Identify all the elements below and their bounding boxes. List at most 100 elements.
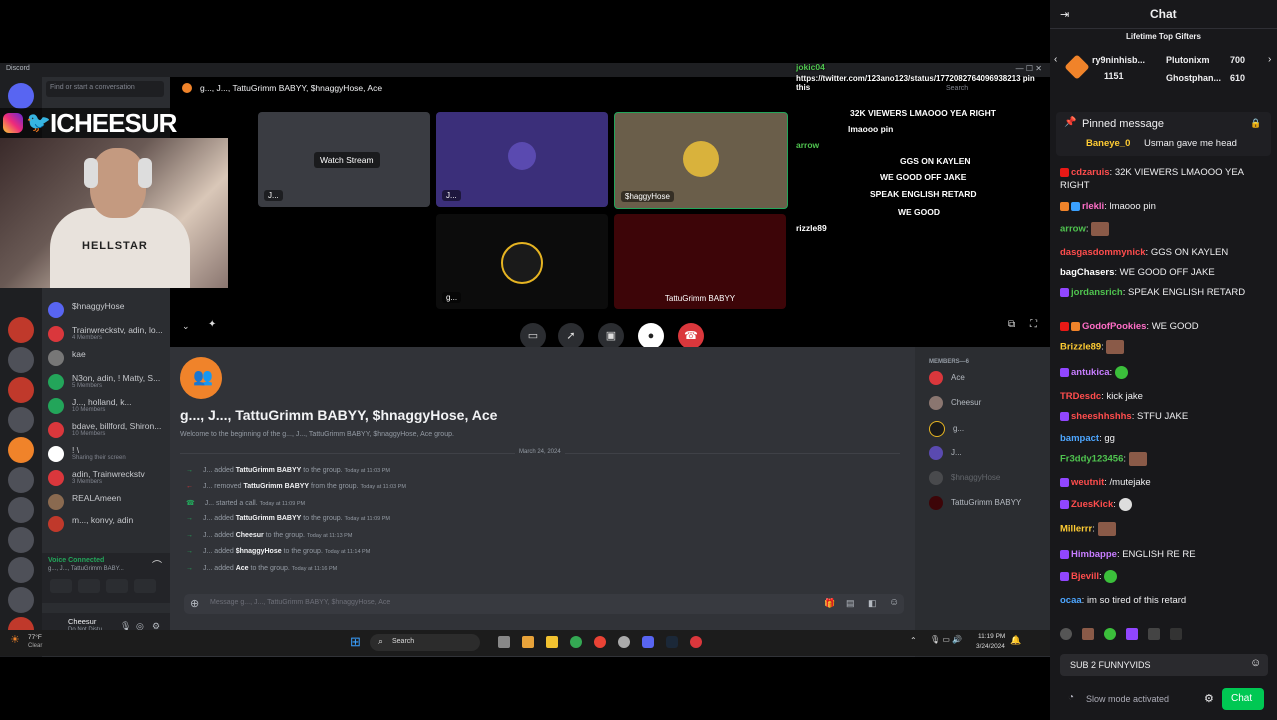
pin-icon: 📌 [1064,117,1077,128]
dm-item[interactable]: m..., konvy, adin [46,513,168,535]
chrome-icon[interactable] [570,636,582,648]
hang-up-button[interactable]: ☎ [678,323,704,349]
server-icon[interactable] [8,467,34,493]
video-tile[interactable]: Watch Stream J... [258,112,430,207]
disconnect-icon[interactable]: ⌒ [152,557,162,572]
bell-icon[interactable]: 🔔 [1010,635,1021,646]
screen-share-button[interactable]: ▣ [598,323,624,349]
watch-stream-button[interactable]: Watch Stream [314,152,380,168]
twitch-chat-panel: ⇥ Chat Lifetime Top Gifters ‹ › ry9ninhi… [1050,0,1277,720]
dm-item[interactable]: N3on, adin, ! Matty, S... 5 Members [46,371,168,393]
emoji-icon[interactable]: ☺ [889,597,899,608]
pinned-message[interactable]: 📌 Pinned message 🔒 Baneye_0 Usman gave m… [1056,112,1271,156]
overlay-message: SPEAK ENGLISH RETARD [870,189,977,199]
tray-icons[interactable]: 🎙 ▭ 🔊 [930,635,962,644]
group-avatar: 👥 [180,357,222,399]
search-input[interactable]: Find or start a conversation [46,81,164,97]
tile-label: TattuGrimm BABYY [664,294,736,303]
home-button[interactable] [8,83,34,109]
chat-message: cdzaruis: 32K VIEWERS LMAOOO YEA RIGHT [1060,167,1244,191]
member-item[interactable]: Ace [929,371,965,391]
steam-icon[interactable] [666,636,678,648]
group-welcome: Welcome to the beginning of the g..., J.… [180,431,454,438]
dm-item[interactable]: adin, Trainwreckstv 3 Members [46,467,168,489]
mic-button[interactable]: ● [638,323,664,349]
video-tile[interactable]: TattuGrimm BABYY [614,214,786,309]
video-tile[interactable]: g... [436,214,608,309]
start-icon[interactable]: ⊞ [350,634,361,650]
video-tile[interactable]: J... [436,112,608,207]
soundboard-icon[interactable] [134,579,156,593]
camera-icon[interactable] [50,579,72,593]
system-message: → J... added Cheesur to the group. Today … [186,532,353,539]
taskbar-search[interactable]: ⌕ Search [370,634,480,651]
fullscreen-icon[interactable]: ⛶ [1030,319,1037,330]
emote-icon[interactable] [1148,628,1160,640]
dm-item[interactable]: REALAmeen [46,491,168,513]
dm-item[interactable]: bdave, billford, Shiron... 10 Members [46,419,168,441]
dm-item[interactable]: $hnaggyHose [46,299,168,321]
dm-item[interactable]: ! \ Sharing their screen [46,443,168,465]
task-view-icon[interactable] [498,636,510,648]
activity-icon[interactable]: ✦ [208,319,216,330]
emote-icon[interactable] [1104,628,1116,640]
emote-bar [1060,626,1270,642]
gear-icon[interactable]: ⚙ [1204,692,1214,705]
gif-icon[interactable]: ▤ [846,598,855,609]
weather-icon[interactable]: ☀ [10,633,20,646]
emoji-icon[interactable]: ☺ [1250,657,1261,669]
chevron-left-icon[interactable]: ‹ [1054,54,1057,65]
plus-icon[interactable]: ⊕ [190,597,199,610]
chat-message: ocaa: im so tired of this retard [1060,595,1187,606]
server-icon[interactable] [8,437,34,463]
server-icon[interactable] [8,497,34,523]
chevron-right-icon[interactable]: › [1268,54,1271,65]
server-icon[interactable] [8,317,34,343]
emote-icon[interactable] [1082,628,1094,640]
emote-icon[interactable] [1170,628,1182,640]
server-icon[interactable] [8,377,34,403]
emote-icon[interactable] [1060,628,1072,640]
slow-mode-label: Slow mode activated [1086,694,1170,704]
chat-input[interactable]: SUB 2 FUNNYVIDS ☺ [1060,654,1268,676]
member-item[interactable]: TattuGrimm BABYY [929,496,1021,516]
dm-item[interactable]: J..., holland, k... 10 Members [46,395,168,417]
browser-icon[interactable] [594,636,606,648]
chat-message: weutnit: /mutejake [1060,476,1270,489]
dm-item[interactable]: Trainwreckstv, adin, lo... 4 Members [46,323,168,345]
file-explorer-icon[interactable] [546,636,558,648]
discord-icon[interactable] [642,636,654,648]
record-icon[interactable] [690,636,702,648]
popout-icon[interactable]: ⧉ [1008,319,1015,330]
chevron-down-icon[interactable]: ⌄ [182,321,190,332]
camera-toggle-button[interactable]: ▭ [520,323,546,349]
server-icon[interactable] [8,527,34,553]
server-icon[interactable] [8,557,34,583]
gift-icon[interactable]: 🎁 [824,598,835,609]
tray-chevron-icon[interactable]: ⌃ [910,636,917,645]
server-icon[interactable] [8,407,34,433]
settings-icon[interactable] [618,636,630,648]
chat-message: sheeshhshhs: STFU JAKE [1060,410,1270,423]
video-tile-speaking[interactable]: $haggyHose [614,112,788,209]
clock-date: 3/24/2024 [976,643,1005,650]
activity-icon[interactable] [106,579,128,593]
collapse-icon[interactable]: ⇥ [1060,8,1069,21]
screen-share-icon[interactable] [78,579,100,593]
server-icon[interactable] [8,587,34,613]
chat-send-button[interactable]: Chat [1222,688,1264,710]
dm-item[interactable]: kae [46,347,168,369]
weather-desc: Clear [28,643,43,649]
member-item[interactable]: $hnaggyHose [929,471,1000,491]
lock-icon[interactable]: 🔒 [1250,118,1261,129]
member-item[interactable]: g... [929,421,964,441]
member-item[interactable]: Cheesur [929,396,981,416]
message-input[interactable]: ⊕ Message g..., J..., TattuGrimm BABYY, … [184,594,904,614]
emote-icon[interactable] [1126,628,1138,640]
member-item[interactable]: J... [929,446,962,466]
app-icon[interactable] [522,636,534,648]
people-icon: 👥 [193,369,213,386]
activity-button[interactable]: ➚ [558,323,584,349]
sticker-icon[interactable]: ◧ [868,598,877,609]
server-icon[interactable] [8,347,34,373]
